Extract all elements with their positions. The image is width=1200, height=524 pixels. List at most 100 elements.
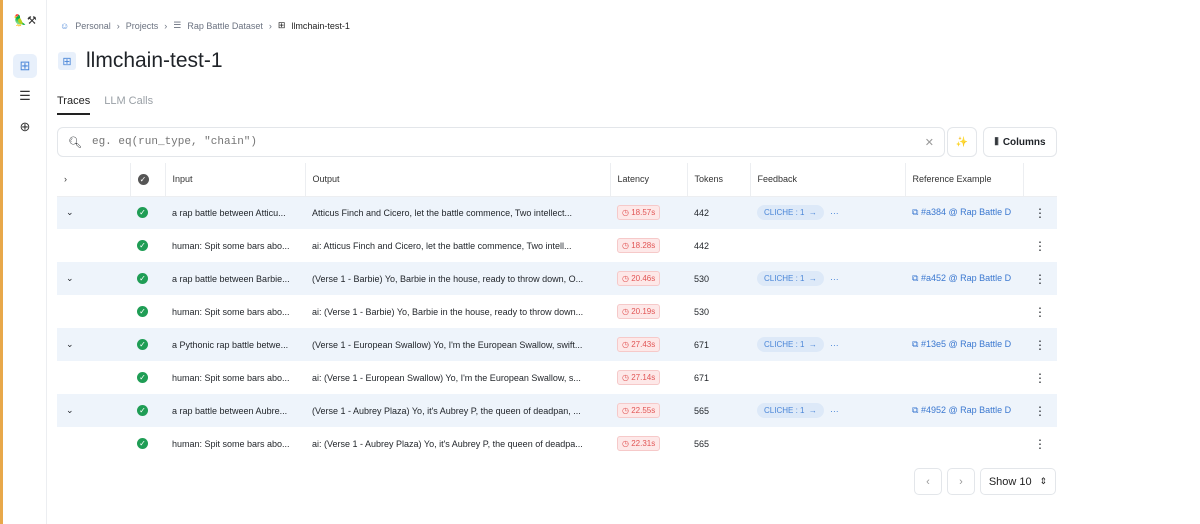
clear-icon[interactable]: ✕ <box>925 136 934 149</box>
clock-icon: ◷ <box>622 307 632 316</box>
clock-icon: ◷ <box>622 406 632 415</box>
header-latency[interactable]: Latency <box>610 163 688 197</box>
expand-chevron-icon[interactable]: ⌄ <box>57 196 130 229</box>
tokens-cell: 671 <box>694 372 710 383</box>
search-icon: 🔍︎ <box>68 136 82 149</box>
tokens-cell: 442 <box>694 240 710 251</box>
tab-traces[interactable]: Traces <box>57 95 91 115</box>
spacer <box>57 229 130 262</box>
output-cell: ai: (Verse 1 - European Swallow) Yo, I'm… <box>312 372 581 383</box>
feedback-harmfulness[interactable]: HARMFULNESS <box>830 337 904 352</box>
tokens-cell: 442 <box>687 196 750 229</box>
success-icon: ✓ <box>130 427 165 460</box>
feedback-cell: CLICHE : 1 → HARMFULNESS <box>750 262 905 295</box>
header-reference[interactable]: Reference Example <box>905 163 1024 197</box>
row-menu-icon[interactable]: ⋮ <box>1023 295 1057 328</box>
success-icon: ✓ <box>130 229 165 262</box>
globe-icon[interactable]: ⊕ <box>13 115 37 139</box>
feedback-cliche[interactable]: CLICHE : 1 → <box>757 337 824 352</box>
row-menu-icon[interactable]: ⋮ <box>1023 262 1057 295</box>
latency-value: 27.14s <box>631 373 656 382</box>
output-cell: (Verse 1 - European Swallow) Yo, I'm the… <box>305 328 610 361</box>
external-link-icon: ⧉ <box>912 273 921 283</box>
latency-value: 27.43s <box>631 340 656 349</box>
datasets-icon[interactable]: ☰ <box>13 84 37 108</box>
latency-value: 22.31s <box>631 439 656 448</box>
feedback-cell: CLICHE : 1 → HARMFULNESS <box>750 328 905 361</box>
expand-chevron-icon[interactable]: ⌄ <box>57 328 130 361</box>
feedback-cell: CLICHE : 1 → HARMFULNESS <box>750 196 905 229</box>
table-row[interactable]: ⌄ ✓ a rap battle between Aubre... (Verse 1 … <box>57 394 1057 427</box>
header-output[interactable]: Output <box>305 163 611 197</box>
columns-button[interactable]: ⦀ Columns <box>983 127 1057 157</box>
breadcrumb: ☺ Personal › Projects › ☰ Rap Battle Datas… <box>60 20 350 31</box>
row-menu-icon[interactable]: ⋮ <box>1023 196 1057 229</box>
row-menu-icon[interactable]: ⋮ <box>1023 427 1057 460</box>
tokens-cell: 565 <box>687 394 750 427</box>
expand-chevron-icon[interactable]: ⌄ <box>57 394 130 427</box>
table-row[interactable]: ⌄ ✓ a rap battle between Atticu... Atticus … <box>57 196 1057 229</box>
feedback-harmfulness[interactable]: HARMFULNESS <box>830 205 904 220</box>
columns-label: Columns <box>1002 136 1046 148</box>
tab-llm-calls[interactable]: LLM Calls <box>104 95 153 115</box>
input-cell: a rap battle between Barbie... <box>165 262 305 295</box>
feedback-cliche[interactable]: CLICHE : 1 → <box>757 271 824 286</box>
breadcrumb-dataset[interactable]: Rap Battle Dataset <box>187 21 263 31</box>
row-menu-icon[interactable]: ⋮ <box>1023 328 1057 361</box>
row-menu-icon[interactable]: ⋮ <box>1023 394 1057 427</box>
output-cell: (Verse 1 - Barbie) Yo, Barbie in the hou… <box>305 262 610 295</box>
feedback-harmfulness[interactable]: HARMFULNESS <box>830 403 904 418</box>
latency-value: 20.19s <box>631 307 656 316</box>
input-cell: human: Spit some bars abo... <box>172 372 290 383</box>
external-link-icon: ⧉ <box>912 405 921 415</box>
latency-cell: ◷ 18.57s <box>610 196 687 229</box>
table-row[interactable]: ⌄ ✓ a Pythonic rap battle betwe... (Verse 1… <box>57 328 1057 361</box>
success-icon: ✓ <box>130 394 165 427</box>
output-cell: ai: Atticus Finch and Cicero, let the ba… <box>312 240 572 251</box>
tokens-cell: 565 <box>694 438 710 449</box>
table-row[interactable]: ⌄ ✓ a rap battle between Barbie... (Verse 1… <box>57 262 1057 295</box>
latency-value: 20.46s <box>631 274 656 283</box>
spacer <box>57 295 130 328</box>
input-cell: a rap battle between Atticu... <box>165 196 305 229</box>
expand-chevron-icon[interactable]: ⌄ <box>57 262 130 295</box>
table-header: › ✓ Input Output Latency Tokens Feedback… <box>57 163 1057 197</box>
feedback-cliche[interactable]: CLICHE : 1 → <box>757 403 824 418</box>
chevron-updown-icon: ⇕ <box>1039 476 1048 486</box>
magic-wand-button[interactable]: ✨ <box>947 127 977 157</box>
latency-cell: ◷ 18.28s <box>610 229 687 262</box>
header-feedback[interactable]: Feedback <box>750 163 906 197</box>
header-tokens[interactable]: Tokens <box>687 163 751 197</box>
row-menu-icon[interactable]: ⋮ <box>1023 229 1057 262</box>
reference-link[interactable]: ⧉ #a384 @ Rap Battle D <box>905 196 1023 229</box>
reference-link[interactable]: ⧉ #13e5 @ Rap Battle D <box>905 328 1023 361</box>
projects-icon[interactable]: ⊞ <box>13 54 37 78</box>
latency-cell: ◷ 22.55s <box>610 394 687 427</box>
row-menu-icon[interactable]: ⋮ <box>1023 361 1057 394</box>
output-cell: Atticus Finch and Cicero, let the battle… <box>305 196 610 229</box>
sidebar: 🦜⚒ ⊞ ☰ ⊕ <box>3 0 47 524</box>
table-row[interactable]: ✓ human: Spit some bars abo... ai: (Verse … <box>57 295 1057 328</box>
expand-all-icon[interactable]: › <box>57 163 131 197</box>
clock-icon: ◷ <box>622 274 632 283</box>
table-row[interactable]: ✓ human: Spit some bars abo... ai: (Verse … <box>57 427 1057 460</box>
table-row[interactable]: ✓ human: Spit some bars abo... ai: (Verse … <box>57 361 1057 394</box>
table-row[interactable]: ✓ human: Spit some bars abo... ai: Atticus… <box>57 229 1057 262</box>
success-icon: ✓ <box>130 295 165 328</box>
feedback-harmfulness[interactable]: HARMFULNESS <box>830 271 904 286</box>
success-icon: ✓ <box>130 262 165 295</box>
breadcrumb-projects[interactable]: Projects <box>126 21 159 31</box>
latency-cell: ◷ 22.31s <box>610 427 687 460</box>
prev-page-button[interactable]: ‹ <box>914 468 942 495</box>
page-title: llmchain-test-1 <box>86 49 223 72</box>
reference-link[interactable]: ⧉ #4952 @ Rap Battle D <box>905 394 1023 427</box>
user-icon: ☺ <box>60 20 70 31</box>
columns-icon: ⦀ <box>994 136 999 148</box>
header-input[interactable]: Input <box>165 163 306 197</box>
page-size-select[interactable]: Show 10 ⇕ <box>980 468 1056 495</box>
search-input[interactable] <box>91 136 925 148</box>
reference-link[interactable]: ⧉ #a452 @ Rap Battle D <box>905 262 1023 295</box>
breadcrumb-personal[interactable]: Personal <box>75 21 111 31</box>
feedback-cliche[interactable]: CLICHE : 1 → <box>757 205 824 221</box>
next-page-button[interactable]: › <box>947 468 975 495</box>
